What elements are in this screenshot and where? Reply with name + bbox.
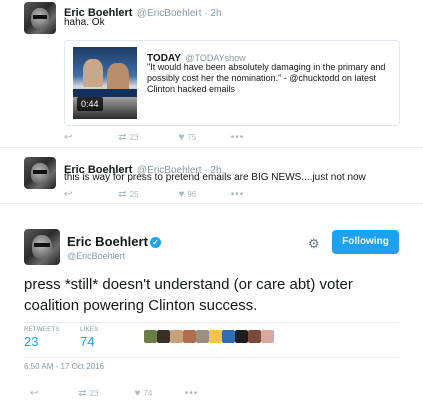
liker-avatars: [144, 330, 274, 348]
heart-icon: ♥: [178, 189, 185, 200]
heart-icon: ♥: [134, 388, 141, 399]
avatar[interactable]: [24, 2, 56, 34]
likes-count: 74: [80, 334, 95, 349]
quote-text: "It would have been absolutely damaging …: [147, 62, 386, 94]
liker-avatar[interactable]: [248, 330, 261, 343]
retweets-count: 23: [24, 334, 39, 349]
avatar[interactable]: [24, 157, 56, 189]
likes-label: LIKES: [80, 327, 99, 333]
retweet-count: 25: [129, 190, 139, 199]
main-tweet: Eric Boehlert ✓ @EricBoehlert ⚙ Following…: [0, 210, 423, 407]
following-button[interactable]: Following: [332, 230, 399, 254]
reply-icon: ↩: [30, 388, 39, 399]
liker-avatar[interactable]: [170, 330, 183, 343]
liker-avatar[interactable]: [144, 330, 157, 343]
more-button[interactable]: •••: [185, 388, 199, 399]
reply-button[interactable]: ↩: [64, 189, 116, 200]
likes-stat[interactable]: LIKES 74: [80, 327, 99, 349]
tweet-header: Eric Boehlert ✓ @EricBoehlert: [67, 233, 161, 261]
verified-icon: ✓: [149, 237, 161, 248]
author-handle[interactable]: @EricBoehlert: [67, 251, 125, 261]
heart-icon: ♥: [178, 132, 185, 143]
tweet-stats: RETWEETS 23 LIKES 74: [24, 322, 399, 358]
tweet-actions: ↩ ⇄ 23 ♥ 74 •••: [30, 388, 198, 399]
more-button[interactable]: •••: [231, 132, 245, 143]
tweet-text: haha. Ok: [64, 17, 105, 28]
like-count: 74: [143, 389, 153, 398]
reply-icon: ↩: [64, 189, 73, 200]
tweet-text: press *still* doesn't understand (or car…: [24, 276, 353, 314]
liker-avatar[interactable]: [196, 330, 209, 343]
video-thumbnail[interactable]: 0:44: [73, 47, 137, 119]
reply-icon: ↩: [64, 132, 73, 143]
liker-avatar[interactable]: [261, 330, 274, 343]
retweets-label: RETWEETS: [24, 327, 60, 333]
reply-tweet-2[interactable]: Eric Boehlert @EricBoehlert · 2h this is…: [0, 149, 423, 204]
video-duration: 0:44: [77, 97, 103, 111]
more-icon: •••: [230, 189, 245, 200]
tweet-text: this is way for press to pretend emails …: [64, 172, 366, 183]
reply-tweet-1[interactable]: Eric Boehlert @EricBoehlert · 2h haha. O…: [0, 0, 423, 148]
like-button[interactable]: ♥ 74: [134, 388, 182, 399]
retweet-button[interactable]: ⇄ 23: [78, 388, 132, 399]
retweet-icon: ⇄: [78, 388, 87, 399]
retweet-icon: ⇄: [118, 189, 127, 200]
retweet-count: 23: [89, 389, 99, 398]
tweet-timestamp[interactable]: 6:50 AM - 17 Oct 2016: [24, 362, 104, 371]
retweet-button[interactable]: ⇄ 23: [118, 132, 176, 143]
avatar[interactable]: [24, 229, 60, 265]
like-button[interactable]: ♥ 75: [178, 132, 228, 143]
quoted-tweet[interactable]: 0:44 TODAY @TODAYshow "It would have bee…: [64, 40, 400, 126]
more-icon: •••: [230, 132, 245, 143]
author-name[interactable]: Eric Boehlert: [67, 234, 148, 249]
reply-button[interactable]: ↩: [30, 388, 76, 399]
like-count: 96: [187, 190, 197, 199]
reply-button[interactable]: ↩: [64, 132, 116, 143]
author-handle[interactable]: @EricBoehlert · 2h: [137, 8, 222, 19]
like-count: 75: [187, 133, 197, 142]
retweet-count: 23: [129, 133, 139, 142]
gear-icon[interactable]: ⚙: [308, 236, 320, 252]
more-icon: •••: [184, 388, 199, 399]
liker-avatar[interactable]: [157, 330, 170, 343]
tweet-actions: ↩ ⇄ 23 ♥ 75 •••: [64, 132, 244, 143]
tweet-actions: ↩ ⇄ 25 ♥ 96 •••: [64, 189, 244, 200]
liker-avatar[interactable]: [235, 330, 248, 343]
like-button[interactable]: ♥ 96: [178, 189, 228, 200]
liker-avatar[interactable]: [222, 330, 235, 343]
retweets-stat[interactable]: RETWEETS 23: [24, 327, 60, 349]
retweet-button[interactable]: ⇄ 25: [118, 189, 176, 200]
liker-avatar[interactable]: [183, 330, 196, 343]
retweet-icon: ⇄: [118, 132, 127, 143]
liker-avatar[interactable]: [209, 330, 222, 343]
more-button[interactable]: •••: [231, 189, 245, 200]
